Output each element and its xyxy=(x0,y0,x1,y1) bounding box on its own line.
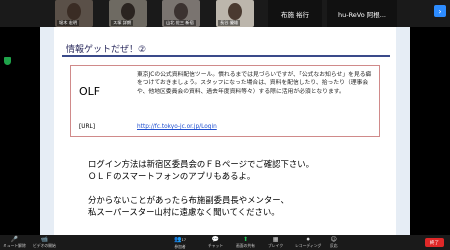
shield-icon[interactable] xyxy=(4,57,11,65)
avatar xyxy=(67,3,81,20)
participant-name: 長谷 優雄 xyxy=(218,20,241,26)
participant-tile[interactable]: hu-ReVo 阿根... xyxy=(327,0,397,27)
body-line: 分からないことがあったら布施副委員長やメンター、 xyxy=(88,195,289,205)
body-line: ログイン方法は新宿区委員会のＦＢページでご確認下さい。 xyxy=(88,159,314,169)
video-off-icon: 📹 xyxy=(40,236,49,243)
body-line: ＯＬＦのスマートフォンのアプリもあるよ。 xyxy=(88,171,256,181)
participants-icon: 👥17 xyxy=(174,236,187,243)
breakout-icon: ▦ xyxy=(272,236,279,243)
participant-name: 布施 裕行 xyxy=(280,10,310,19)
avatar xyxy=(228,3,242,20)
olf-label: OLF xyxy=(79,85,101,98)
meeting-toolbar: 🎤 ミュート解除 📹 ビデオの開始 👥17 参加者 💬 チャット ⬆ 画面の共有… xyxy=(0,235,450,250)
avatar xyxy=(174,3,188,20)
chat-button[interactable]: 💬 チャット xyxy=(208,236,223,249)
title-underline xyxy=(62,55,390,57)
olf-info-box: OLF 東京JCの公式資料配信ツール。慣れるまでは見づらいですが、「公式なお知ら… xyxy=(70,65,380,137)
start-video-button[interactable]: 📹 ビデオの開始 xyxy=(33,236,56,249)
reactions-button[interactable]: ☺ 反応 xyxy=(330,236,338,249)
olf-login-link[interactable]: http://fc.tokyo-jc.or.jp/Login xyxy=(137,124,217,130)
participant-name: 山北 佐三 新宿 xyxy=(164,20,196,26)
avatar xyxy=(121,3,135,20)
end-meeting-button[interactable]: 終了 xyxy=(425,238,444,247)
body-line: 私スーパースター山村に遠慮なく聞いてください。 xyxy=(88,207,280,217)
olf-description: 東京JCの公式資料配信ツール。慣れるまでは見づらいですが、「公式なお知らせ」を見… xyxy=(137,72,372,95)
participant-strip: 堀木 宏明 ス塚 詳朗 山北 佐三 新宿 長谷 優雄 布施 裕行 hu-ReVo… xyxy=(0,0,450,27)
smile-icon: ☺ xyxy=(330,236,337,243)
url-label: [URL] xyxy=(79,124,96,130)
presentation-slide: 情報ゲットだぜ！② OLF 東京JCの公式資料配信ツール。慣れるまでは見づらいで… xyxy=(40,27,410,235)
unmute-button[interactable]: 🎤 ミュート解除 xyxy=(3,236,26,249)
participant-tile[interactable]: 長谷 優雄 xyxy=(216,0,254,27)
record-icon: ⏺ xyxy=(306,236,310,243)
participant-name: hu-ReVo 阿根... xyxy=(338,10,386,19)
participant-tile[interactable]: 堀木 宏明 xyxy=(55,0,93,27)
participant-tile[interactable]: ス塚 詳朗 xyxy=(109,0,147,27)
chevron-right-icon[interactable]: › xyxy=(434,5,446,17)
share-screen-button[interactable]: ⬆ 画面の共有 xyxy=(236,236,255,249)
record-button[interactable]: ⏺ レコーディング xyxy=(295,236,321,249)
shared-screen: 情報ゲットだぜ！② OLF 東京JCの公式資料配信ツール。慣れるまでは見づらいで… xyxy=(0,27,450,235)
slide-border-right xyxy=(396,27,410,235)
microphone-off-icon: 🎤 xyxy=(10,236,19,243)
participant-tile[interactable]: 布施 裕行 xyxy=(268,0,322,27)
participants-button[interactable]: 👥17 参加者 xyxy=(174,236,186,249)
slide-border-left xyxy=(40,27,54,235)
share-screen-icon: ⬆ xyxy=(242,236,248,243)
slide-title: 情報ゲットだぜ！② xyxy=(66,45,147,55)
breakout-button[interactable]: ▦ ブレイク xyxy=(268,236,283,249)
participant-tile[interactable]: 山北 佐三 新宿 xyxy=(162,0,200,27)
chat-icon: 💬 xyxy=(211,236,220,243)
participant-name: ス塚 詳朗 xyxy=(111,20,134,26)
participant-name: 堀木 宏明 xyxy=(57,20,80,26)
